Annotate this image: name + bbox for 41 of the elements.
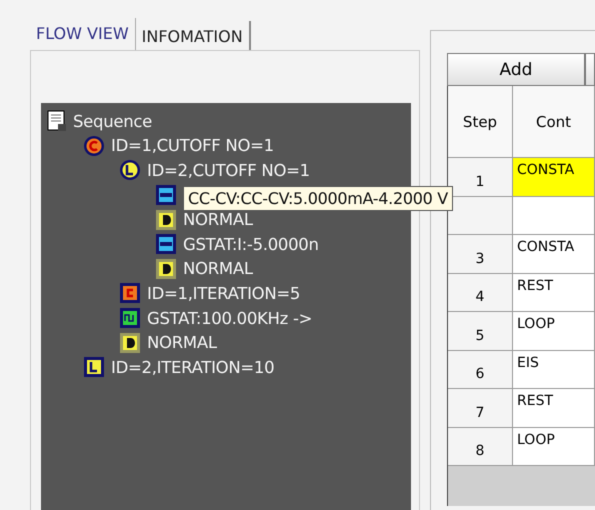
tree-item[interactable]: ID=2,CUTOFF NO=1 [147, 160, 310, 180]
step-cell: 5 [448, 312, 513, 350]
toolbar-button[interactable] [585, 53, 595, 86]
column-header: Step [448, 86, 513, 158]
content-cell[interactable]: CONSTA [513, 158, 595, 196]
add-button[interactable]: Add [447, 53, 585, 86]
content-cell[interactable] [513, 196, 595, 235]
tooltip: CC-CV:CC-CV:5.0000mA-4.2000 V [183, 186, 453, 211]
tree-item[interactable]: ID=2,ITERATION=10 [111, 358, 274, 377]
l-square-icon [83, 356, 105, 378]
step-cell: 4 [448, 274, 513, 312]
d-square-icon [155, 208, 177, 231]
tree-item[interactable]: Sequence [73, 112, 152, 131]
tree-item[interactable]: ID=1,ITERATION=5 [147, 284, 300, 303]
step-cell: 8 [448, 428, 513, 466]
tree-item[interactable]: GSTAT:100.00KHz -> [147, 308, 312, 328]
c-square-icon [119, 282, 141, 304]
content-cell[interactable]: REST [513, 274, 595, 312]
tab[interactable]: INFOMATION [136, 21, 251, 50]
content-cell[interactable]: CONSTA [513, 235, 595, 274]
tree-item[interactable]: NORMAL [183, 210, 253, 230]
content-cell[interactable]: REST [513, 389, 595, 428]
tree-item[interactable]: NORMAL [147, 333, 217, 352]
d-square-icon [155, 258, 177, 280]
wave-square-icon [119, 307, 141, 330]
step-cell: 3 [448, 235, 513, 274]
circle-c-icon [83, 134, 105, 157]
step-cell: 1 [448, 158, 513, 196]
content-cell[interactable]: LOOP [513, 312, 595, 350]
minus-square-icon [155, 233, 177, 256]
d-square-icon [119, 332, 141, 354]
circle-l-icon [119, 159, 141, 182]
step-cell: 7 [448, 389, 513, 428]
column-header: Cont [513, 86, 595, 158]
content-cell[interactable]: EIS [513, 350, 595, 389]
document-icon [47, 110, 67, 132]
tree-item[interactable]: NORMAL [183, 259, 253, 278]
step-cell: 6 [448, 350, 513, 389]
minus-square-icon [155, 184, 177, 206]
tree-item[interactable]: GSTAT:I:-5.0000n [183, 234, 319, 254]
tree-item[interactable]: ID=1,CUTOFF NO=1 [111, 136, 274, 156]
